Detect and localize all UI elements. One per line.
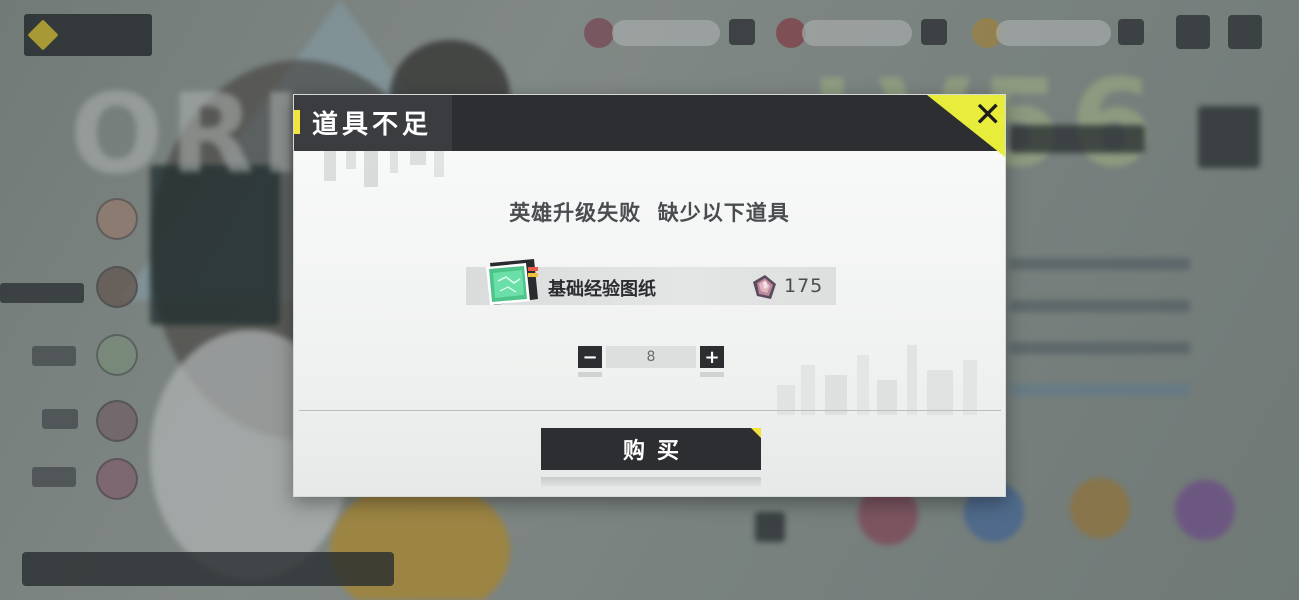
buy-button-corner bbox=[751, 428, 761, 438]
buy-button-shadow bbox=[541, 477, 761, 487]
insufficient-items-dialog: 道具不足 英雄升级失败 缺少以下道具 基础经验图纸 175 − 8 + 购买 bbox=[293, 94, 1006, 497]
stepper-shadow bbox=[578, 372, 602, 377]
increase-quantity-button[interactable]: + bbox=[700, 346, 724, 368]
decrease-quantity-button[interactable]: − bbox=[578, 346, 602, 368]
buy-button-label: 购买 bbox=[622, 439, 691, 464]
quantity-stepper[interactable]: − 8 + bbox=[578, 346, 724, 377]
skyline-decoration bbox=[324, 151, 504, 191]
close-button[interactable]: ✕ bbox=[930, 94, 1008, 156]
quantity-value: 8 bbox=[606, 346, 696, 368]
item-name: 基础经验图纸 bbox=[548, 279, 656, 300]
blueprint-card-icon bbox=[486, 259, 538, 305]
item-cost: 175 bbox=[784, 275, 824, 297]
crystal-icon bbox=[753, 275, 776, 299]
stepper-shadow bbox=[700, 372, 724, 377]
dialog-header: 道具不足 bbox=[294, 95, 1005, 157]
dialog-title: 道具不足 bbox=[312, 110, 433, 140]
buy-button[interactable]: 购买 bbox=[541, 428, 761, 470]
dialog-title-tab: 道具不足 bbox=[294, 95, 452, 151]
dialog-divider bbox=[299, 410, 1001, 411]
close-icon: ✕ bbox=[973, 95, 1003, 135]
dialog-message: 英雄升级失败 缺少以下道具 bbox=[509, 201, 790, 225]
required-item-row: 基础经验图纸 175 bbox=[466, 259, 836, 305]
skyline-decoration bbox=[777, 345, 997, 415]
title-accent-bar bbox=[294, 110, 300, 134]
